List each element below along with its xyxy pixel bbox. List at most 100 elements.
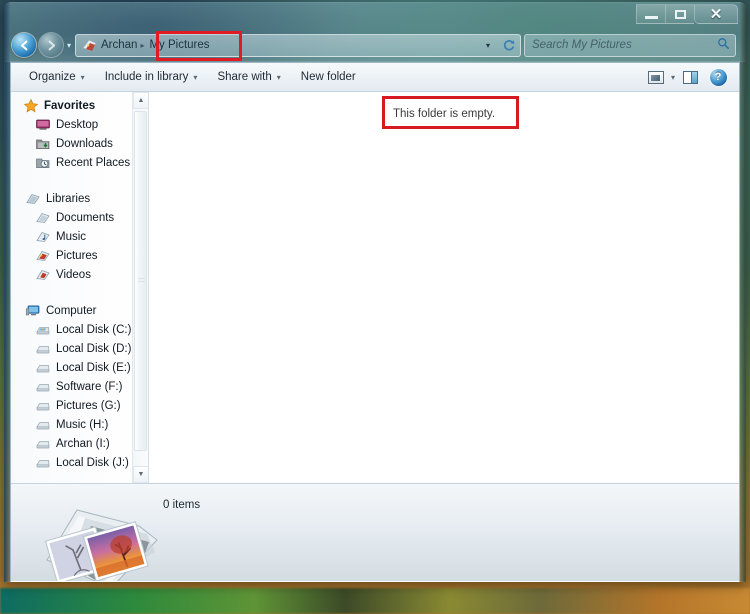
chevron-down-icon: ▾ (276, 72, 281, 82)
documents-icon (35, 210, 51, 225)
sidebar-item-libraries[interactable]: Libraries (11, 189, 148, 208)
sidebar-item-music-h[interactable]: Music (H:) (11, 415, 148, 434)
sidebar-item-music[interactable]: Music (11, 227, 148, 246)
scroll-up-arrow-icon[interactable]: ▲ (133, 92, 148, 109)
drive-icon (35, 379, 51, 394)
toolbar-right-group: ▾ ? (643, 66, 739, 88)
search-icon[interactable] (717, 37, 730, 53)
navigation-pane: Favorites Desktop Downloads Recent Place… (11, 92, 149, 483)
sidebar-label-libraries: Libraries (46, 192, 91, 205)
preview-pane-button[interactable] (677, 66, 703, 88)
sidebar-label-downloads: Downloads (56, 137, 113, 150)
sidebar-item-videos[interactable]: Videos (11, 265, 148, 284)
desktop-wallpaper-strip (0, 588, 750, 614)
drive-icon (35, 341, 51, 356)
sidebar-item-software-f[interactable]: Software (F:) (11, 377, 148, 396)
libraries-icon (25, 191, 41, 206)
toolbar-label-share-with: Share with (217, 71, 272, 83)
change-view-icon (647, 70, 664, 84)
sidebar-item-recent-places[interactable]: Recent Places (11, 153, 148, 172)
sidebar-item-favorites[interactable]: Favorites (11, 96, 148, 115)
breadcrumb-separator[interactable]: ▸ (140, 41, 144, 50)
scrollbar-thumb[interactable] (134, 111, 147, 451)
close-icon: ✕ (709, 5, 723, 23)
sidebar-label-local-disk-j: Local Disk (J:) (56, 456, 129, 469)
change-view-button[interactable] (643, 66, 669, 88)
pictures-library-icon (82, 38, 98, 53)
sidebar-item-pictures-g[interactable]: Pictures (G:) (11, 396, 148, 415)
sidebar-label-local-disk-c: Local Disk (C:) (56, 323, 132, 336)
minimize-icon (644, 15, 658, 19)
address-bar: ▾ Archan ▸ My Pictures ▾ (4, 28, 746, 62)
toolbar-label-include-in-library: Include in library (104, 71, 189, 83)
sidebar-label-videos: Videos (56, 268, 91, 281)
toolbar-button-include-in-library[interactable]: Include in library ▾ (95, 67, 208, 87)
drive-icon (35, 360, 51, 375)
breadcrumb-item-my-pictures[interactable]: My Pictures (149, 39, 209, 51)
back-arrow-icon (20, 40, 27, 50)
downloads-icon (35, 136, 51, 151)
sidebar-item-pictures[interactable]: Pictures (11, 246, 148, 265)
scroll-down-arrow-icon[interactable]: ▼ (133, 466, 148, 483)
nav-group-computer: Computer Local Disk (C:) Local Disk (D:)… (11, 301, 148, 472)
refresh-icon (503, 40, 514, 51)
toolbar-button-organize[interactable]: Organize ▾ (19, 67, 95, 87)
navigation-list: Favorites Desktop Downloads Recent Place… (11, 92, 148, 472)
sidebar-label-computer: Computer (46, 304, 97, 317)
address-dropdown-button[interactable]: ▾ (479, 33, 497, 57)
toolbar-label-organize: Organize (29, 71, 76, 83)
sidebar-item-local-disk-e[interactable]: Local Disk (E:) (11, 358, 148, 377)
sidebar-label-recent-places: Recent Places (56, 156, 131, 169)
help-icon: ? (709, 68, 727, 86)
search-box[interactable] (524, 33, 736, 57)
sidebar-label-local-disk-d: Local Disk (D:) (56, 342, 132, 355)
sidebar-label-desktop: Desktop (56, 118, 99, 131)
sidebar-item-downloads[interactable]: Downloads (11, 134, 148, 153)
search-input[interactable] (530, 38, 717, 52)
nav-group-libraries: Libraries Documents Music Pictures Video… (11, 189, 148, 284)
sidebar-item-local-disk-j[interactable]: Local Disk (J:) (11, 453, 148, 472)
system-drive-icon (35, 322, 51, 337)
sidebar-label-favorites: Favorites (44, 99, 96, 112)
drive-icon (35, 455, 51, 470)
minimize-button[interactable] (636, 4, 665, 24)
sidebar-label-software-f: Software (F:) (56, 380, 123, 393)
sidebar-item-desktop[interactable]: Desktop (11, 115, 148, 134)
toolbar-button-new-folder[interactable]: New folder (291, 67, 366, 87)
help-button[interactable]: ? (705, 66, 731, 88)
chevron-down-icon: ▾ (80, 72, 85, 82)
maximize-button[interactable] (665, 4, 694, 24)
star-icon (23, 98, 39, 113)
breadcrumb[interactable]: Archan ▸ My Pictures (75, 30, 479, 61)
breadcrumb-item-archan[interactable]: Archan (101, 39, 137, 51)
drive-icon (35, 436, 51, 451)
sidebar-item-local-disk-d[interactable]: Local Disk (D:) (11, 339, 148, 358)
title-bar[interactable]: ✕ (4, 2, 746, 28)
forward-button[interactable] (39, 33, 63, 57)
pictures-library-icon (29, 496, 169, 581)
sidebar-label-pictures: Pictures (56, 249, 98, 262)
sidebar-item-archan-i[interactable]: Archan (I:) (11, 434, 148, 453)
back-button[interactable] (12, 33, 36, 57)
computer-icon (25, 303, 41, 318)
close-button[interactable]: ✕ (694, 4, 738, 24)
drive-icon (35, 417, 51, 432)
sidebar-item-computer[interactable]: Computer (11, 301, 148, 320)
details-pane: 0 items (11, 483, 739, 581)
music-icon (35, 229, 51, 244)
status-item-count: 0 items (163, 499, 201, 511)
refresh-button[interactable] (497, 33, 521, 57)
sidebar-item-local-disk-c[interactable]: Local Disk (C:) (11, 320, 148, 339)
empty-folder-message: This folder is empty. (392, 108, 496, 120)
drive-icon (35, 398, 51, 413)
sidebar-scrollbar[interactable]: ▲ ▼ (132, 92, 148, 483)
caption-buttons: ✕ (636, 4, 738, 24)
toolbar-button-share-with[interactable]: Share with ▾ (207, 67, 290, 87)
navigation-history-caret[interactable]: ▾ (67, 41, 71, 50)
file-list-pane[interactable]: This folder is empty. (149, 92, 739, 483)
sidebar-item-documents[interactable]: Documents (11, 208, 148, 227)
videos-icon (35, 267, 51, 282)
view-dropdown-caret[interactable]: ▾ (671, 73, 675, 82)
